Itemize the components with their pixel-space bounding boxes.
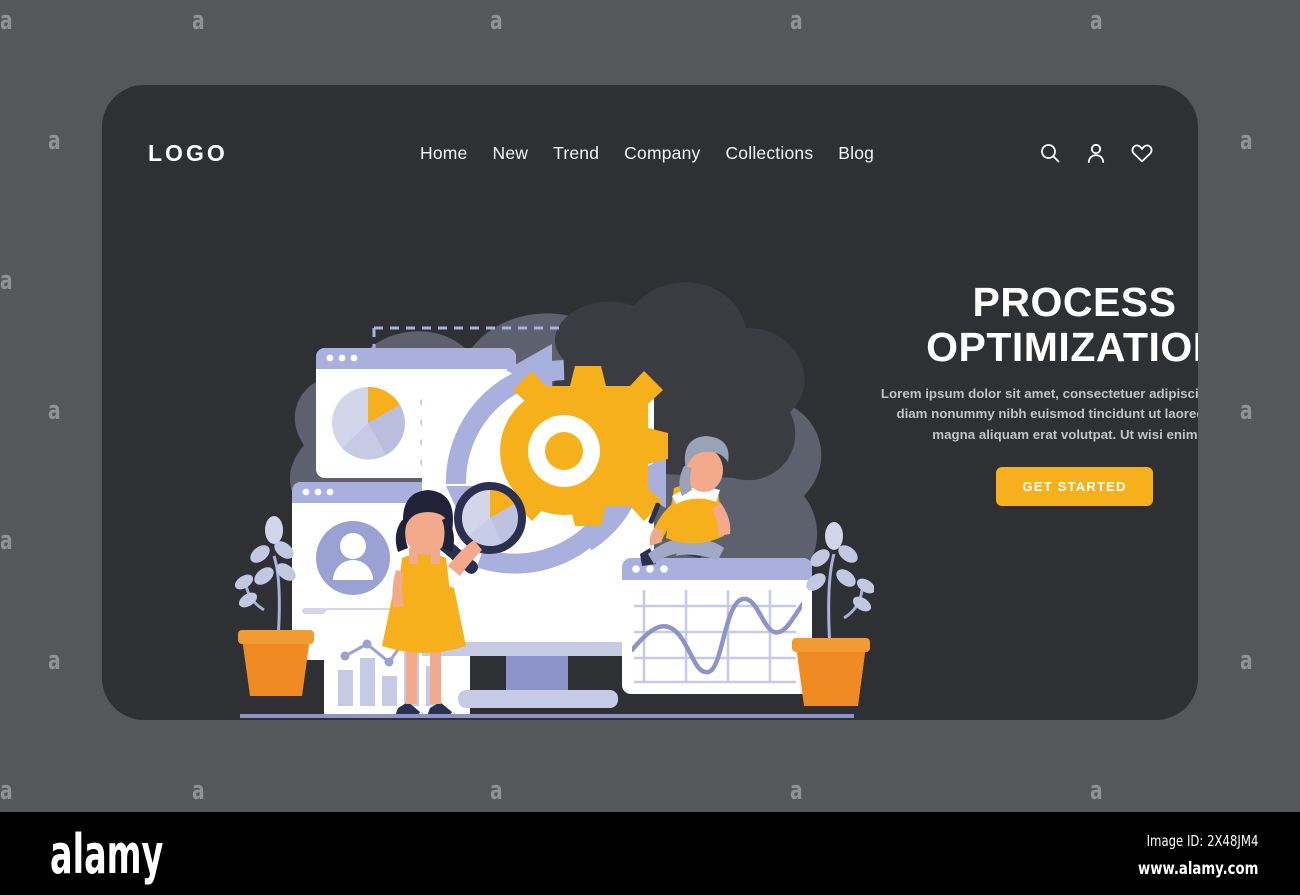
watermark-letter: a (192, 776, 205, 806)
nav-item-home[interactable]: Home (420, 143, 467, 164)
nav-item-collections[interactable]: Collections (725, 143, 813, 164)
image-canvas: aaaaaaaaaaaaaaaaaaaaaaaaaaaaaaaaaaaalamy… (0, 0, 1300, 812)
watermark-letter: a (0, 6, 13, 36)
watermark-letter: a (490, 6, 503, 36)
alamy-url-label: www.alamy.com (1137, 859, 1258, 879)
user-icon[interactable] (1084, 141, 1108, 165)
hero-card: LOGO Home New Trend Company Collections Blog (102, 85, 1198, 720)
watermark-letter: a (1240, 396, 1253, 426)
heart-icon[interactable] (1130, 141, 1154, 165)
watermark-letter: a (790, 776, 803, 806)
watermark-letter: a (0, 776, 13, 806)
nav-links: Home New Trend Company Collections Blog (420, 143, 874, 164)
image-id-label: Image ID: 2X48JM4 (1146, 832, 1258, 850)
screenshot-root: aaaaaaaaaaaaaaaaaaaaaaaaaaaaaaaaaaaalamy… (0, 0, 1300, 895)
gear-icon (500, 366, 668, 526)
watermark-letter: a (1090, 6, 1103, 36)
nav-icon-group (1038, 141, 1154, 165)
top-navigation: LOGO Home New Trend Company Collections Blog (102, 85, 1198, 221)
watermark-letter: a (48, 646, 61, 676)
avatar (316, 521, 390, 595)
title-line-1: PROCESS (972, 279, 1177, 325)
site-logo[interactable]: LOGO (148, 140, 228, 167)
watermark-letter: a (0, 526, 13, 556)
watermark-letter: a (48, 396, 61, 426)
watermark-letter: a (1240, 126, 1253, 156)
nav-item-new[interactable]: New (492, 143, 528, 164)
watermark-letter: a (490, 776, 503, 806)
line-chart-card (622, 558, 812, 694)
page-title: PROCESS OPTIMIZATION (872, 279, 1198, 371)
hero-copy: PROCESS OPTIMIZATION Lorem ipsum dolor s… (872, 279, 1198, 506)
nav-item-blog[interactable]: Blog (838, 143, 874, 164)
pie-chart (332, 386, 405, 460)
get-started-button[interactable]: GET STARTED (996, 466, 1153, 506)
watermark-letter: a (192, 6, 205, 36)
alamy-footer-bar: alamy Image ID: 2X48JM4 www.alamy.com (0, 812, 1300, 895)
watermark-letter: a (1090, 776, 1103, 806)
nav-item-company[interactable]: Company (624, 143, 700, 164)
watermark-letter: a (790, 6, 803, 36)
title-line-2: OPTIMIZATION (926, 324, 1198, 371)
footer-meta: Image ID: 2X48JM4 www.alamy.com (1104, 832, 1258, 879)
watermark-letter: a (0, 266, 13, 296)
alamy-logo: alamy (50, 823, 164, 886)
process-optimization-illustration (234, 270, 874, 720)
hero-paragraph: Lorem ipsum dolor sit amet, consectetuer… (880, 386, 1198, 442)
watermark-letter: a (1240, 646, 1253, 676)
search-icon[interactable] (1038, 141, 1062, 165)
watermark-letter: a (48, 126, 61, 156)
nav-item-trend[interactable]: Trend (553, 143, 599, 164)
